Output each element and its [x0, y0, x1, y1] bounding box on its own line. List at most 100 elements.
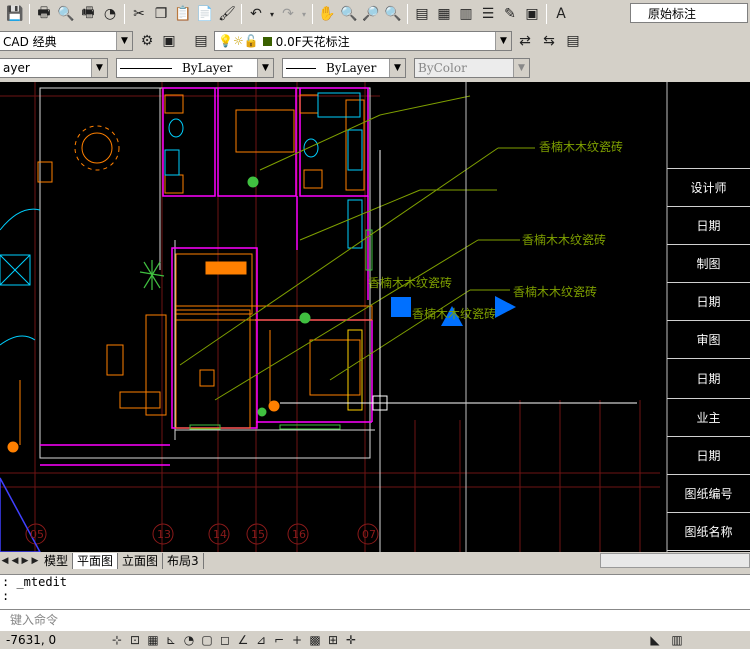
next-tab-icon[interactable]: ▶ [20, 550, 30, 572]
prev-tab-icon[interactable]: ◀ [10, 550, 20, 572]
ducs-icon[interactable]: ⊿ [252, 632, 270, 648]
coordinates-readout: -7631, 0 [6, 633, 57, 647]
text-style-icon[interactable]: A [550, 3, 572, 25]
quick-properties-icon[interactable]: ⊞ [324, 632, 342, 648]
color-select[interactable]: ayer ▼ [0, 58, 108, 78]
floor-plan-drawing [0, 82, 668, 552]
toolbar-separator [124, 4, 125, 24]
workspace-settings-icon[interactable]: ⚙ [136, 30, 158, 52]
last-tab-icon[interactable]: ▶ [30, 550, 40, 572]
print-icon[interactable]: 🖶 [33, 3, 55, 25]
lock-icon: 🔓 [243, 34, 259, 48]
crosshair-cursor [280, 150, 637, 411]
transparency-icon[interactable]: ▩ [306, 632, 324, 648]
3d-icon[interactable]: ◔ [99, 3, 121, 25]
chevron-down-icon[interactable]: ▼ [91, 59, 107, 77]
osnap-icon[interactable]: ▢ [198, 632, 216, 648]
workspace-icon[interactable]: ▣ [158, 30, 180, 52]
chevron-down-icon[interactable]: ▼ [257, 59, 273, 77]
grid-label: 14 [213, 528, 227, 541]
make-current-layer-icon[interactable]: ⇄ [514, 30, 536, 52]
tab-elevation[interactable]: 立面图 [118, 553, 164, 569]
tab-model[interactable]: 模型 [40, 553, 74, 569]
grid-bubbles [25, 523, 379, 545]
first-tab-icon[interactable]: ◀ [0, 550, 10, 572]
title-block: 设计师 日期 制图 日期 审图 日期 业主 日期 图纸编号 图纸名称 [667, 168, 750, 552]
pan-icon[interactable]: ✋ [316, 3, 338, 25]
annotation-label: 香楠木木纹瓷砖 [368, 276, 453, 290]
annotation-label: 香楠木木纹瓷砖 [539, 140, 624, 154]
toolbar-separator [29, 4, 30, 24]
match-properties-icon[interactable]: 🖌 [216, 3, 238, 25]
plotstyle-select[interactable]: ByColor ▼ [414, 58, 530, 78]
3d-osnap-icon[interactable]: ◻ [216, 632, 234, 648]
layer-color-swatch [262, 36, 272, 46]
tool-palettes-icon[interactable]: ▥ [455, 3, 477, 25]
command-line: : _mtedit [2, 575, 68, 589]
title-block-cell: 业主 [667, 398, 750, 436]
properties-icon[interactable]: ▤ [411, 3, 433, 25]
paste-icon[interactable]: 📋 [172, 3, 194, 25]
quick-view-icon[interactable]: ▥ [668, 632, 686, 648]
sheet-set-icon[interactable]: ☰ [477, 3, 499, 25]
undo-dropdown-icon[interactable]: ▾ [267, 3, 277, 25]
zoom-window-icon[interactable]: 🔎 [360, 3, 382, 25]
layer-value: 0.0F天花标注 [275, 34, 350, 49]
bulb-icon: 💡 [218, 34, 233, 48]
workspace-select[interactable]: CAD 经典 ▼ [0, 31, 133, 51]
sun-icon: ☼ [232, 34, 244, 48]
layer-states-icon[interactable]: ▤ [562, 30, 584, 52]
horizontal-scrollbar[interactable] [600, 553, 750, 568]
paste-special-icon[interactable]: 📄 [194, 3, 216, 25]
dyn-icon[interactable]: ⌐ [270, 632, 288, 648]
chevron-down-icon[interactable]: ▼ [513, 59, 529, 77]
save-icon[interactable]: 💾 [4, 3, 26, 25]
design-center-icon[interactable]: ▦ [433, 3, 455, 25]
fixtures-cyan [0, 92, 363, 346]
command-line: : [2, 589, 10, 603]
cut-icon[interactable]: ✂ [128, 3, 150, 25]
title-block-cell: 日期 [667, 436, 750, 474]
chevron-down-icon[interactable]: ▼ [116, 32, 132, 50]
toolbar-separator [241, 4, 242, 24]
redo-dropdown-icon[interactable]: ▾ [299, 3, 309, 25]
walls-magenta [40, 87, 373, 466]
print-preview-icon[interactable]: 🔍 [55, 3, 77, 25]
title-block-cell: 日期 [667, 282, 750, 320]
linetype-select[interactable]: ByLayer ▼ [116, 58, 274, 78]
model-space-icon[interactable]: ◣ [646, 632, 664, 648]
drawing-canvas[interactable]: 香楠木木纹瓷砖 香楠木木纹瓷砖 香楠木木纹瓷砖 香楠木木纹瓷砖 香楠木木纹瓷砖 … [0, 82, 750, 552]
undo-icon[interactable]: ↶ [245, 3, 267, 25]
otrack-icon[interactable]: ∠ [234, 632, 252, 648]
zoom-previous-icon[interactable]: 🔍 [382, 3, 404, 25]
markup-icon[interactable]: ✎ [499, 3, 521, 25]
copy-icon[interactable]: ❐ [150, 3, 172, 25]
ortho-icon[interactable]: ⊾ [162, 632, 180, 648]
layer-previous-icon[interactable]: ⇆ [538, 30, 560, 52]
zoom-realtime-icon[interactable]: 🔍 [338, 3, 360, 25]
chevron-down-icon[interactable]: ▼ [495, 32, 511, 50]
layer-select[interactable]: 💡 ☼ 🔓 0.0F天花标注 ▼ [214, 31, 512, 51]
publish-icon[interactable]: 🖷 [77, 3, 99, 25]
lineweight-select[interactable]: ByLayer ▼ [282, 58, 406, 78]
text-style-select[interactable]: 原始标注 [630, 3, 748, 23]
lineweight-line [286, 67, 316, 69]
tab-layout3[interactable]: 布局3 [163, 553, 204, 569]
snap-icon[interactable]: ⊡ [126, 632, 144, 648]
chevron-down-icon[interactable]: ▼ [389, 59, 405, 77]
grid-icon[interactable]: ▦ [144, 632, 162, 648]
color-value: ayer [3, 61, 30, 75]
status-bar: -7631, 0 ⊹ ⊡ ▦ ⊾ ◔ ▢ ◻ ∠ ⊿ ⌐ + ▩ ⊞ ✛ ◣ ▥ [0, 631, 750, 649]
command-input[interactable]: 键入命令 [0, 609, 750, 631]
redo-icon[interactable]: ↷ [277, 3, 299, 25]
title-block-cell: 日期 [667, 358, 750, 398]
title-block-cell: 制图 [667, 244, 750, 282]
polar-icon[interactable]: ◔ [180, 632, 198, 648]
infer-constraints-icon[interactable]: ⊹ [108, 632, 126, 648]
calculator-icon[interactable]: ▣ [521, 3, 543, 25]
furniture-orange [7, 94, 373, 453]
layer-manager-icon[interactable]: ▤ [190, 30, 212, 52]
tab-plan[interactable]: 平面图 [73, 553, 119, 569]
selection-cycling-icon[interactable]: ✛ [342, 632, 360, 648]
lineweight-icon[interactable]: + [288, 632, 306, 648]
